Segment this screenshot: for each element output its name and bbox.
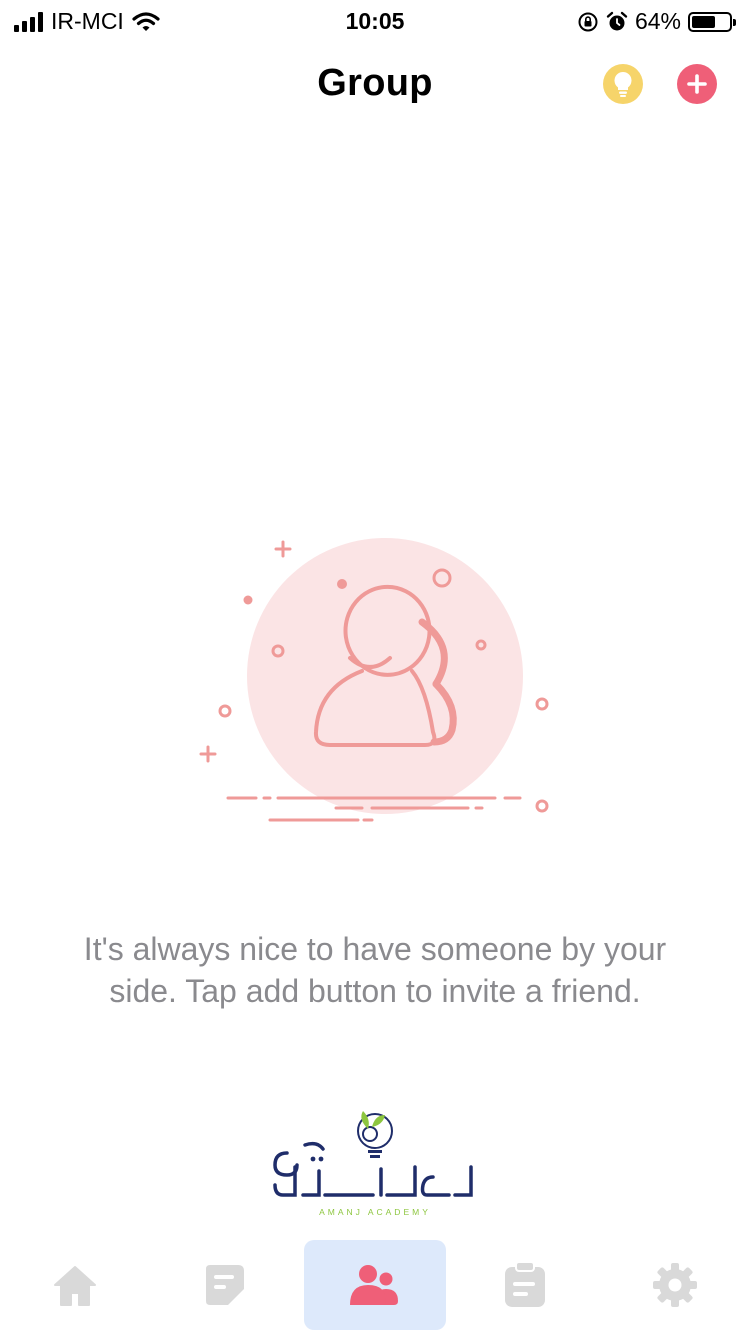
notes-icon (206, 1265, 244, 1305)
plus-icon (687, 74, 707, 94)
empty-state-message: It's always nice to have someone by your… (83, 931, 667, 1009)
clipboard-icon (505, 1261, 545, 1307)
tab-home[interactable] (4, 1240, 146, 1330)
group-people-illustration (199, 538, 549, 822)
tip-button[interactable] (603, 64, 643, 104)
battery-icon (688, 11, 736, 32)
status-bar: IR-MCI 10:05 64% (0, 0, 750, 44)
tab-clipboard[interactable] (454, 1240, 596, 1330)
group-icon (350, 1265, 398, 1305)
tab-notes[interactable] (154, 1240, 296, 1330)
logo-caption: AMANJ ACADEMY (319, 1207, 431, 1217)
add-friend-button[interactable] (677, 64, 717, 104)
battery-percentage: 64% (634, 8, 681, 34)
alarm-icon (606, 11, 628, 30)
tab-settings[interactable] (604, 1240, 746, 1330)
orientation-lock-icon (578, 12, 598, 31)
lightbulb-icon (614, 71, 632, 97)
gear-icon (653, 1263, 697, 1307)
tab-bar (0, 1240, 750, 1334)
home-icon (54, 1266, 96, 1306)
battery-level (692, 15, 716, 28)
amanj-academy-logo: AMANJ ACADEMY (273, 1111, 473, 1217)
tab-group[interactable] (304, 1240, 446, 1330)
status-right: 64% (577, 8, 736, 35)
